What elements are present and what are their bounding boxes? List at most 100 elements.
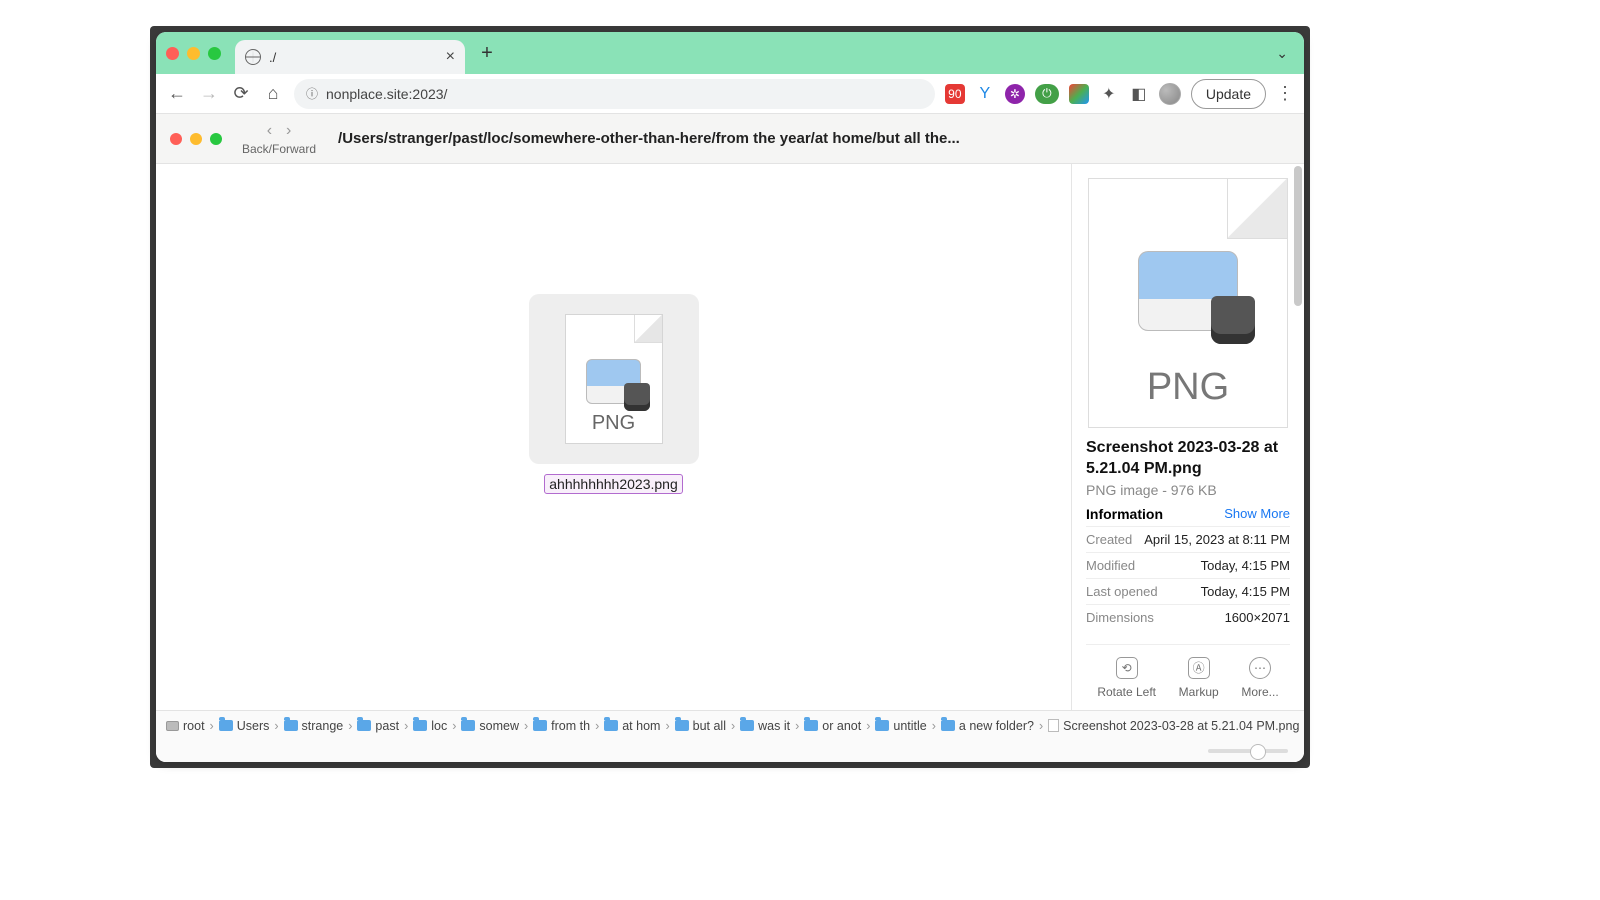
- extension-grid-icon[interactable]: [1069, 84, 1089, 104]
- page-content: ‹ › Back/Forward /Users/stranger/past/lo…: [156, 114, 1304, 762]
- extension-toggle-icon[interactable]: ⏻: [1035, 84, 1059, 104]
- path-seg[interactable]: a new folder?: [941, 719, 1034, 733]
- path-seg[interactable]: past: [357, 719, 399, 733]
- nav-forward-icon[interactable]: →: [198, 83, 220, 104]
- extension-y-icon[interactable]: Y: [975, 84, 995, 104]
- info-panel: PNG Screenshot 2023-03-28 at 5.21.04 PM.…: [1072, 164, 1304, 710]
- info-key: Dimensions: [1086, 610, 1154, 625]
- chrome-menu-icon[interactable]: ⋮: [1276, 83, 1294, 104]
- finder-forward-icon[interactable]: ›: [286, 122, 291, 140]
- png-document-icon: PNG: [565, 314, 663, 444]
- info-key: Created: [1086, 532, 1132, 547]
- folder-icon: [413, 720, 427, 731]
- info-key: Last opened: [1086, 584, 1158, 599]
- new-tab-button[interactable]: +: [473, 39, 501, 67]
- info-row-created: Created April 15, 2023 at 8:11 PM: [1086, 526, 1290, 552]
- file-type-label: PNG: [592, 412, 635, 435]
- action-markup[interactable]: Ⓐ Markup: [1179, 657, 1219, 699]
- info-row-modified: Modified Today, 4:15 PM: [1086, 552, 1290, 578]
- finder-path-title: /Users/stranger/past/loc/somewhere-other…: [338, 130, 960, 147]
- folder-icon: [804, 720, 818, 731]
- info-key: Modified: [1086, 558, 1135, 573]
- path-seg[interactable]: was it: [740, 719, 790, 733]
- folder-icon: [941, 720, 955, 731]
- folder-icon: [675, 720, 689, 731]
- file-item[interactable]: PNG ahhhhhhhh2023.png: [529, 294, 699, 494]
- disk-icon: [166, 721, 179, 731]
- rotate-left-icon: ⟲: [1116, 657, 1138, 679]
- extension-mail-icon[interactable]: 90: [945, 84, 965, 104]
- back-forward-group: ‹ › Back/Forward: [242, 122, 316, 156]
- browser-window: ./ × + ⌄ ← → ⟳ ⌂ ⓘ nonplace.site:2023/ 9…: [156, 32, 1304, 762]
- folder-icon: [604, 720, 618, 731]
- globe-icon: [245, 49, 261, 65]
- markup-icon: Ⓐ: [1188, 657, 1210, 679]
- file-rename-input[interactable]: ahhhhhhhh2023.png: [544, 474, 682, 494]
- path-seg[interactable]: from th: [533, 719, 590, 733]
- preview-type-label: PNG: [1089, 366, 1287, 409]
- path-seg[interactable]: somew: [461, 719, 519, 733]
- extension-icons: 90 Y ✲ ⏻ ✦ ◧: [945, 83, 1181, 105]
- side-panel-icon[interactable]: ◧: [1129, 84, 1149, 104]
- more-icon: ⋯: [1249, 657, 1271, 679]
- info-value: 1600×2071: [1225, 610, 1290, 625]
- profile-avatar-icon[interactable]: [1159, 83, 1181, 105]
- image-thumbnail-icon: [586, 359, 641, 404]
- path-bar[interactable]: root› Users› strange› past› loc› somew› …: [156, 710, 1304, 740]
- path-seg-file[interactable]: Screenshot 2023-03-28 at 5.21.04 PM.png: [1048, 719, 1299, 733]
- browser-tab[interactable]: ./ ×: [235, 40, 465, 74]
- nav-back-icon[interactable]: ←: [166, 83, 188, 104]
- info-file-subtitle: PNG image - 976 KB: [1086, 482, 1290, 498]
- back-forward-label: Back/Forward: [242, 142, 316, 156]
- finder-back-icon[interactable]: ‹: [267, 122, 272, 140]
- fullscreen-window-icon[interactable]: [208, 47, 221, 60]
- info-row-lastopened: Last opened Today, 4:15 PM: [1086, 578, 1290, 604]
- finder-minimize-icon[interactable]: [190, 133, 202, 145]
- close-window-icon[interactable]: [166, 47, 179, 60]
- path-seg[interactable]: but all: [675, 719, 726, 733]
- folder-icon: [219, 720, 233, 731]
- finder-close-icon[interactable]: [170, 133, 182, 145]
- extension-flower-icon[interactable]: ✲: [1005, 84, 1025, 104]
- folder-icon: [357, 720, 371, 731]
- icon-size-slider[interactable]: [1208, 749, 1288, 753]
- site-info-icon[interactable]: ⓘ: [306, 85, 318, 102]
- nav-home-icon[interactable]: ⌂: [262, 83, 284, 104]
- path-seg[interactable]: untitle: [875, 719, 926, 733]
- folder-icon: [284, 720, 298, 731]
- action-rotate-left[interactable]: ⟲ Rotate Left: [1097, 657, 1156, 699]
- image-thumbnail-icon: [1138, 251, 1238, 331]
- show-more-link[interactable]: Show More: [1224, 506, 1290, 521]
- chrome-tab-strip: ./ × + ⌄: [156, 32, 1304, 74]
- url-text: nonplace.site:2023/: [326, 86, 447, 102]
- folder-icon: [461, 720, 475, 731]
- tab-close-icon[interactable]: ×: [446, 48, 455, 66]
- extensions-menu-icon[interactable]: ✦: [1099, 84, 1119, 104]
- path-seg[interactable]: strange: [284, 719, 344, 733]
- tab-title: ./: [269, 50, 276, 65]
- minimize-window-icon[interactable]: [187, 47, 200, 60]
- chrome-toolbar: ← → ⟳ ⌂ ⓘ nonplace.site:2023/ 90 Y ✲ ⏻ ✦…: [156, 74, 1304, 114]
- path-seg[interactable]: loc: [413, 719, 447, 733]
- action-more[interactable]: ⋯ More...: [1241, 657, 1278, 699]
- folder-icon: [875, 720, 889, 731]
- info-row-dimensions: Dimensions 1600×2071: [1086, 604, 1290, 630]
- folder-icon: [533, 720, 547, 731]
- finder-traffic-lights: [170, 133, 222, 145]
- zoom-bar: [156, 740, 1304, 762]
- image-file-icon: [1048, 719, 1059, 732]
- nav-reload-icon[interactable]: ⟳: [230, 83, 252, 104]
- info-value: April 15, 2023 at 8:11 PM: [1144, 532, 1290, 547]
- update-button[interactable]: Update: [1191, 79, 1266, 109]
- path-seg-root[interactable]: root: [166, 719, 205, 733]
- address-bar[interactable]: ⓘ nonplace.site:2023/: [294, 79, 935, 109]
- info-value: Today, 4:15 PM: [1201, 584, 1290, 599]
- path-seg[interactable]: or anot: [804, 719, 861, 733]
- path-seg[interactable]: at hom: [604, 719, 660, 733]
- finder-titlebar: ‹ › Back/Forward /Users/stranger/past/lo…: [156, 114, 1304, 164]
- info-section-heading: Information: [1086, 506, 1163, 522]
- file-grid-area[interactable]: PNG ahhhhhhhh2023.png: [156, 164, 1072, 710]
- tabs-menu-chevron-icon[interactable]: ⌄: [1276, 45, 1288, 62]
- finder-fullscreen-icon[interactable]: [210, 133, 222, 145]
- path-seg[interactable]: Users: [219, 719, 270, 733]
